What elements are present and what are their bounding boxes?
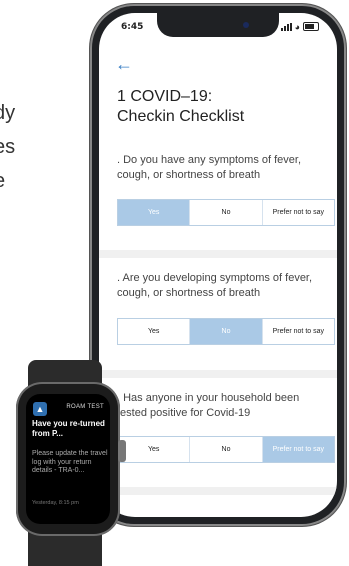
notification-title[interactable]: Have you re-turned from P...	[32, 419, 108, 439]
battery-icon	[303, 22, 319, 31]
watch-app-name: ROAM TEST	[66, 404, 104, 410]
answer-selector: Yes No Prefer not to say	[117, 436, 335, 463]
option-yes[interactable]: Yes	[118, 200, 190, 225]
back-arrow-icon[interactable]: ←	[115, 55, 133, 73]
option-no[interactable]: No	[189, 437, 261, 462]
signal-icon	[280, 22, 292, 31]
status-time: 6:45	[121, 22, 144, 32]
phone-frame: 6:45 ◕ ← 1 COVID–19: Checkin Checklist .…	[90, 4, 346, 526]
page-title: 1 COVID–19: Checkin Checklist	[117, 87, 244, 127]
notification-timestamp: Yesterday, 8:15 pm	[32, 500, 79, 506]
section-divider	[99, 487, 337, 495]
status-bar: 6:45 ◕	[99, 22, 337, 38]
background-text: dy es e	[0, 96, 15, 198]
watch-screen: ▲ ROAM TEST Have you re-turned from P...…	[26, 394, 110, 524]
phone-screen: 6:45 ◕ ← 1 COVID–19: Checkin Checklist .…	[99, 13, 337, 517]
option-no[interactable]: No	[189, 319, 262, 344]
background-text-line: es	[0, 136, 16, 158]
wifi-icon: ◕	[294, 21, 300, 32]
notification-body: Please update the travel log with your r…	[32, 450, 108, 475]
page-title-line: Checkin Checklist	[117, 108, 245, 125]
question-text: . Are you developing symptoms of fever, …	[117, 272, 313, 299]
background-text-line: e	[0, 164, 15, 198]
watch-crown	[118, 440, 126, 462]
page-title-line: 1 COVID–19:	[117, 88, 213, 105]
section-divider	[99, 250, 337, 258]
section-divider	[99, 370, 337, 378]
background-text-line: dy	[0, 102, 16, 124]
question-text: . Do you have any symptoms of fever, cou…	[117, 154, 302, 181]
answer-selector: Yes No Prefer not to say	[117, 318, 335, 345]
option-prefer-not-to-say[interactable]: Prefer not to say	[261, 437, 334, 462]
smartwatch: ▲ ROAM TEST Have you re-turned from P...…	[16, 382, 120, 536]
option-prefer-not-to-say[interactable]: Prefer not to say	[261, 200, 334, 225]
question-text: . Has anyone in your household been test…	[117, 392, 300, 419]
status-icons: ◕	[280, 21, 319, 32]
app-icon: ▲	[33, 402, 47, 416]
option-yes[interactable]: Yes	[118, 319, 189, 344]
answer-selector: Yes No Prefer not to say	[117, 199, 335, 226]
option-yes[interactable]: Yes	[118, 437, 189, 462]
option-no[interactable]: No	[189, 200, 261, 225]
option-prefer-not-to-say[interactable]: Prefer not to say	[261, 319, 334, 344]
